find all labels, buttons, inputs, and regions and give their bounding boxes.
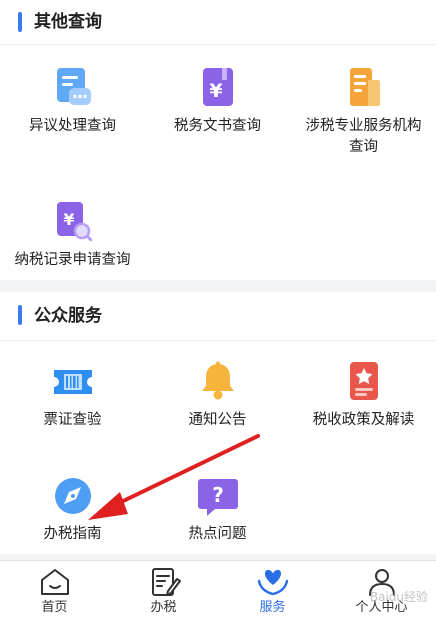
section-header: 其他查询 [0, 0, 436, 45]
ticket-barcode-icon [53, 370, 92, 394]
tile-label: 票证查验 [43, 412, 102, 428]
tab-label: 服务 [259, 600, 286, 615]
tile-label: 办税指南 [43, 526, 102, 542]
tile-label: 涉税专业服务机构 查询 [291, 116, 436, 158]
tile-label: 异议处理查询 [29, 118, 116, 134]
tile-label: 纳税记录申请查询 [14, 252, 131, 268]
section-title: 其他查询 [34, 12, 102, 32]
svg-text:¥: ¥ [209, 80, 222, 102]
section-title: 公众服务 [34, 306, 102, 326]
heart-hands-icon [257, 569, 288, 596]
tile-label: 税收政策及解读 [312, 412, 415, 428]
tile-ticket-verify[interactable]: 票证查验 [0, 360, 145, 430]
tab-label: 首页 [41, 600, 68, 615]
tab-tax[interactable]: 办税 [109, 561, 218, 625]
tile-label: 通知公告 [188, 412, 247, 428]
yen-book-icon: ¥ [202, 68, 233, 106]
watermark: Baidu经验 [369, 590, 428, 604]
tile-label-line1: 涉税专业服务机构 [305, 118, 422, 134]
tile-label: 税务文书查询 [174, 118, 261, 134]
tile-label-line2: 查询 [349, 139, 378, 155]
section-header: 公众服务 [0, 292, 436, 341]
tile-tax-document-query[interactable]: ¥ 税务文书查询 [145, 66, 290, 136]
edit-doc-icon [151, 568, 181, 596]
tile-dispute-query[interactable]: 异议处理查询 [0, 66, 145, 136]
question-chat-icon: ? [197, 479, 238, 516]
tile-hot-questions[interactable]: ? 热点问题 [145, 474, 290, 544]
message-doc-icon [56, 68, 91, 105]
svg-text:?: ? [212, 483, 224, 507]
section-accent-bar [18, 305, 22, 325]
tile-notice[interactable]: 通知公告 [145, 360, 290, 430]
tile-tax-record-query[interactable]: ¥ 纳税记录申请查询 [0, 200, 145, 270]
tile-tax-agency-query[interactable]: 涉税专业服务机构 查询 [291, 66, 436, 156]
tile-tax-guide[interactable]: 办税指南 [0, 474, 145, 544]
svg-text:¥: ¥ [63, 210, 74, 229]
bell-icon [201, 361, 234, 400]
section-other-queries: 其他查询 异议处理查询 ¥ 税务文书查询 涉税专业服务机构 查询 ¥ 纳税记录申… [0, 0, 436, 280]
compass-icon [54, 478, 91, 514]
section-accent-bar [18, 12, 22, 32]
tab-label: 办税 [150, 600, 177, 615]
tile-label: 热点问题 [188, 526, 247, 542]
home-icon [40, 569, 69, 595]
section-public-services: 公众服务 票证查验 通知公告 税收政策及解读 办税指南 ? 热点问题 [0, 292, 436, 554]
building-icon [349, 68, 380, 106]
tab-home[interactable]: 首页 [0, 561, 109, 625]
tile-tax-policy[interactable]: 税收政策及解读 [291, 360, 436, 430]
star-doc-icon [349, 362, 378, 400]
yen-search-icon: ¥ [56, 202, 92, 242]
tab-service[interactable]: 服务 [218, 561, 327, 625]
